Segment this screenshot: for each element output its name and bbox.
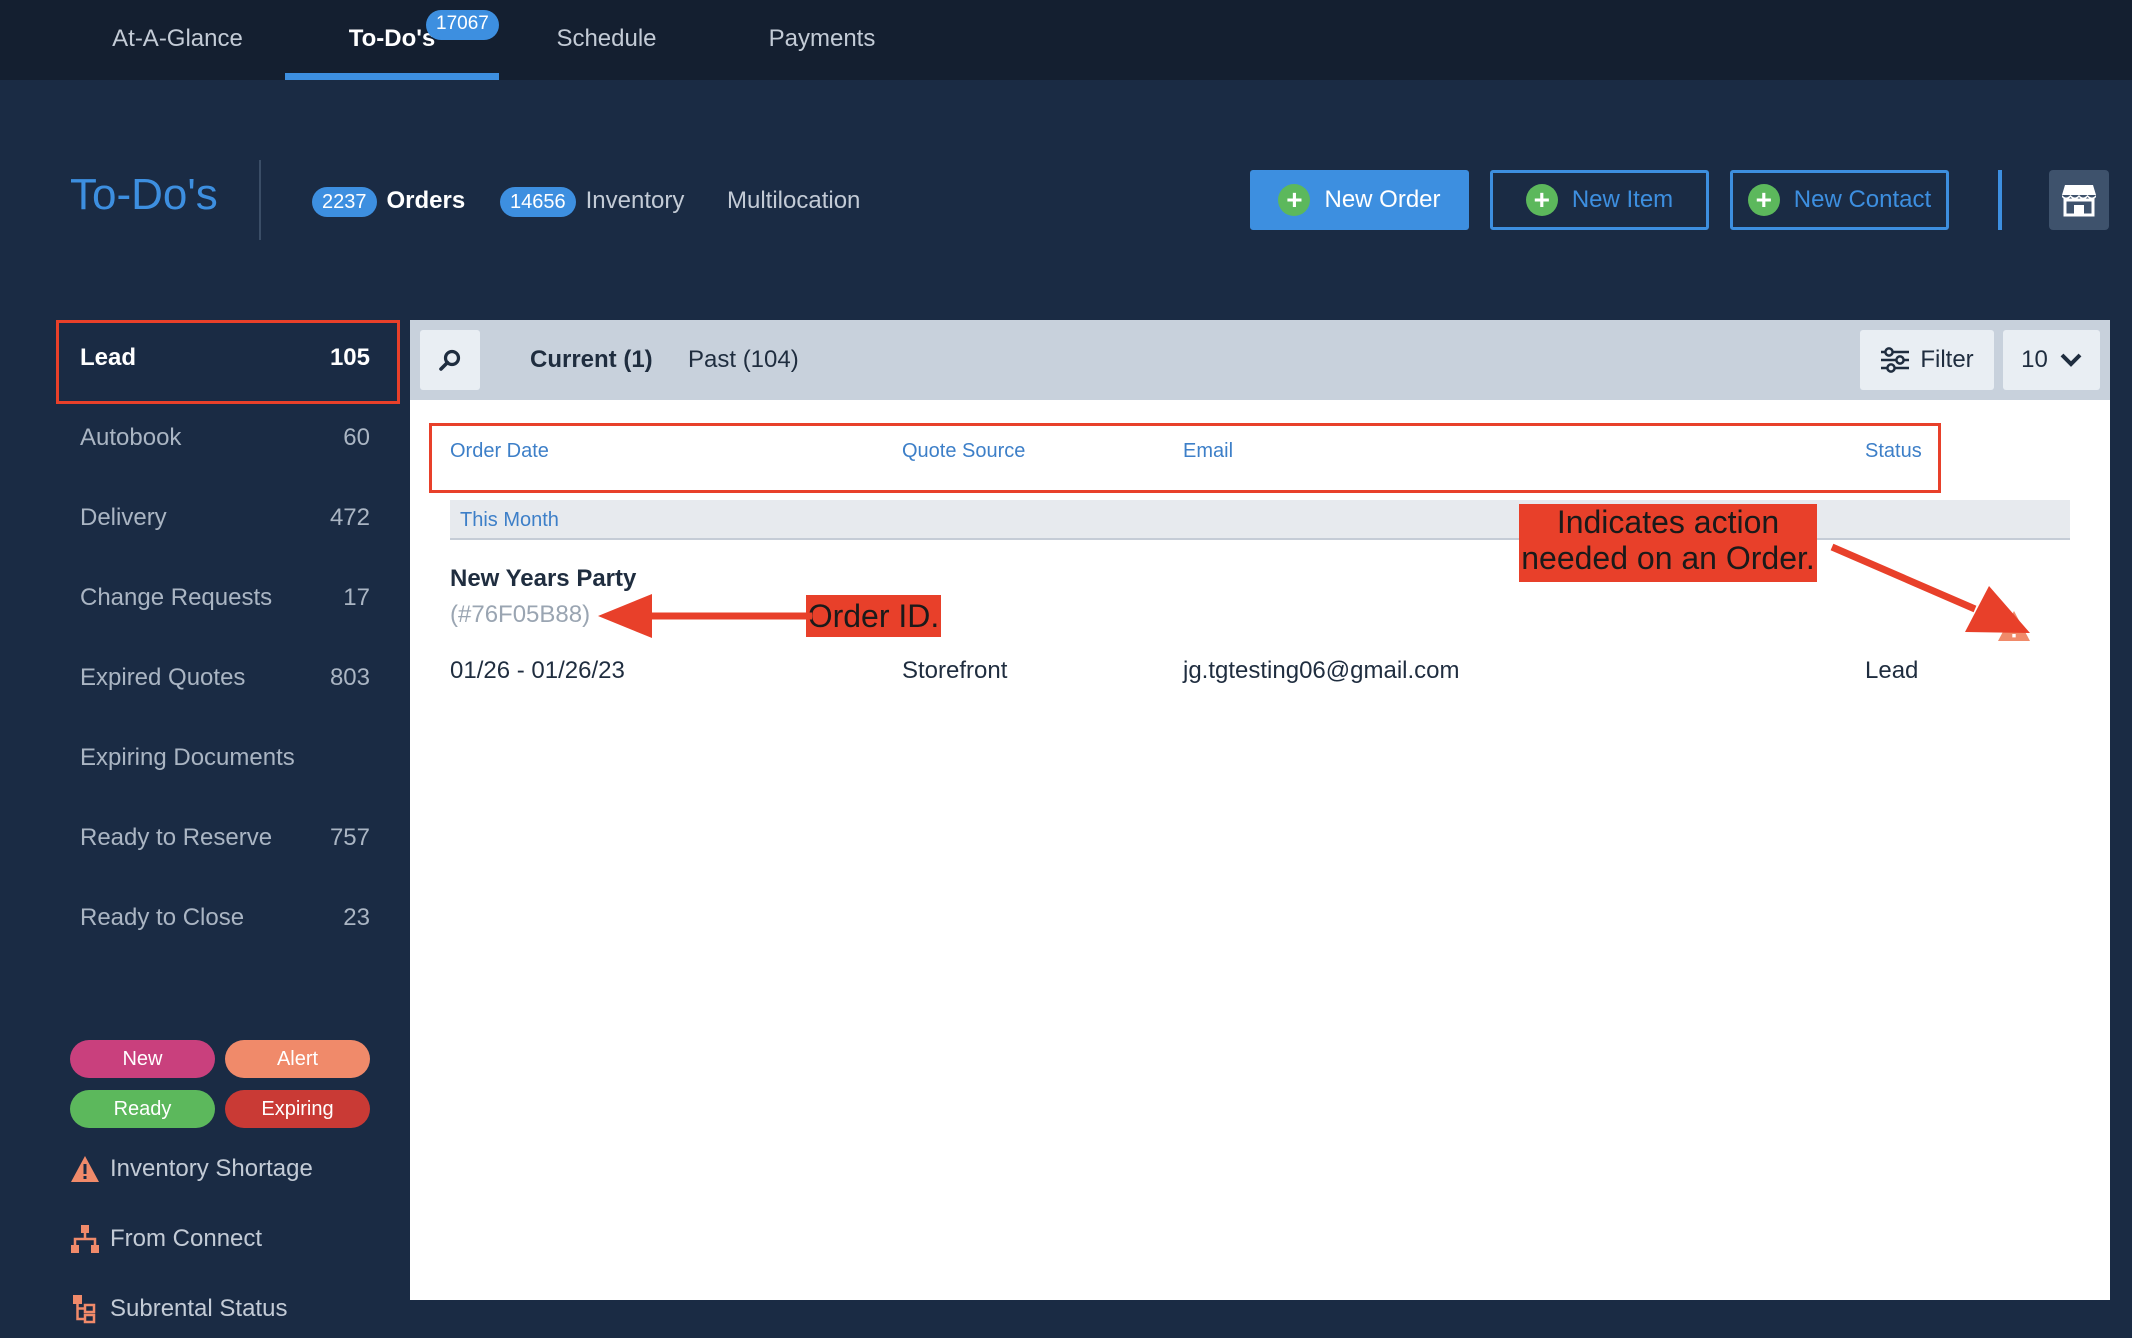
- legend-pill-ready: Ready: [70, 1090, 215, 1128]
- sidebar-item-count: 803: [329, 664, 370, 691]
- annotation-order-id-label: Order ID.: [806, 595, 941, 637]
- tab-label: At-A-Glance: [112, 25, 243, 52]
- sidebar-item-count: 472: [329, 504, 370, 531]
- sidebar-item-autobook[interactable]: Autobook 60: [80, 418, 370, 458]
- sidebar-item-label: Expired Quotes: [80, 664, 246, 691]
- plus-icon: +: [1747, 184, 1780, 216]
- subnav-label: Orders: [386, 187, 466, 214]
- sidebar-item-count: 757: [329, 824, 370, 851]
- search-icon: [439, 349, 461, 371]
- subnav-inventory[interactable]: 14656 Inventory: [500, 184, 684, 218]
- annotation-arrow-order-id: [598, 594, 812, 638]
- quote-source-cell: Storefront: [902, 657, 1008, 684]
- column-header-email[interactable]: Email: [1183, 440, 1233, 463]
- column-header-quote-source[interactable]: Quote Source: [902, 440, 1025, 463]
- annotation-line: Indicates action: [1556, 504, 1780, 540]
- legend-pill-alert: Alert: [225, 1040, 370, 1078]
- annotation-action-needed-label: Indicates action needed on an Order.: [1519, 504, 1817, 582]
- top-nav: At-A-Glance To-Do's 17067 Schedule Payme…: [0, 0, 2132, 80]
- subnav-multilocation[interactable]: Multilocation: [727, 184, 860, 218]
- sidebar-item-expiring-documents[interactable]: Expiring Documents: [80, 738, 370, 778]
- sidebar-item-label: Change Requests: [80, 584, 273, 611]
- sidebar-item-change-requests[interactable]: Change Requests 17: [80, 578, 370, 618]
- filter-button[interactable]: Filter: [1860, 330, 1994, 390]
- header-divider: [1998, 170, 2002, 230]
- column-header-order-date[interactable]: Order Date: [450, 440, 549, 463]
- button-label: New Order: [1324, 186, 1441, 213]
- group-label: This Month: [460, 509, 559, 531]
- sidebar-item-ready-to-close[interactable]: Ready to Close 23: [80, 898, 370, 938]
- filter-label: Filter: [1920, 346, 1974, 373]
- status-cell: Lead: [1865, 657, 1919, 684]
- sidebar-item-label: Expiring Documents: [80, 744, 295, 771]
- sidebar-item-expired-quotes[interactable]: Expired Quotes 803: [80, 658, 370, 698]
- new-order-button[interactable]: + New Order: [1250, 170, 1469, 230]
- annotation-line: needed on an Order.: [1521, 540, 1815, 576]
- per-page-select[interactable]: 10: [2003, 330, 2100, 390]
- tab-at-a-glance[interactable]: At-A-Glance: [110, 0, 245, 80]
- plus-icon: +: [1525, 184, 1558, 216]
- subrental-icon: [73, 1295, 96, 1324]
- sidebar-item-count: 17: [343, 584, 370, 611]
- title-divider: [259, 160, 261, 240]
- annotation-arrow-action-needed: [1830, 543, 2030, 633]
- tab-label: To-Do's: [348, 25, 436, 52]
- store-icon: [2062, 185, 2096, 217]
- legend-subrental-status: Subrental Status: [70, 1292, 287, 1326]
- sidebar-item-lead[interactable]: Lead 105: [80, 338, 370, 378]
- legend-label: Inventory Shortage: [110, 1155, 313, 1182]
- sidebar-item-label: Lead: [80, 344, 137, 371]
- legend-from-connect: From Connect: [70, 1222, 262, 1256]
- subnav-orders[interactable]: 2237 Orders: [312, 184, 465, 218]
- column-header-status[interactable]: Status: [1865, 440, 1922, 463]
- order-id: (#76F05B88): [450, 601, 591, 628]
- sidebar-item-label: Delivery: [80, 504, 167, 531]
- network-icon: [71, 1225, 99, 1253]
- button-label: New Item: [1571, 186, 1674, 213]
- sidebar-item-label: Ready to Reserve: [80, 824, 273, 851]
- tab-todos[interactable]: To-Do's 17067: [285, 0, 499, 80]
- storefront-button[interactable]: [2049, 170, 2109, 230]
- legend-pill-new: New: [70, 1040, 215, 1078]
- legend-label: Subrental Status: [110, 1295, 288, 1322]
- sidebar-item-count: 23: [343, 904, 370, 931]
- search-button[interactable]: [420, 330, 480, 390]
- sidebar-item-label: Ready to Close: [80, 904, 245, 931]
- orders-panel: Current (1) Past (104) Filter 10 Order D…: [410, 320, 2110, 1300]
- group-header-row: This Month: [450, 500, 2070, 540]
- sidebar-item-count: 60: [343, 424, 370, 451]
- per-page-value: 10: [2021, 346, 2048, 373]
- tab-payments[interactable]: Payments: [762, 0, 882, 80]
- tab-schedule[interactable]: Schedule: [550, 0, 663, 80]
- sidebar-item-ready-to-reserve[interactable]: Ready to Reserve 757: [80, 818, 370, 858]
- plus-icon: +: [1278, 184, 1311, 216]
- sidebar-item-count: 105: [329, 344, 370, 371]
- button-label: New Contact: [1793, 186, 1932, 213]
- sliders-icon: [1881, 347, 1910, 373]
- legend-label: From Connect: [110, 1225, 263, 1252]
- email-cell: jg.tgtesting06@gmail.com: [1183, 657, 1460, 684]
- tab-label: Schedule: [556, 25, 657, 52]
- subnav-label: Multilocation: [727, 187, 861, 214]
- page-title: To-Do's: [70, 170, 218, 219]
- inventory-count-badge: 14656: [500, 186, 576, 217]
- warning-icon: [71, 1156, 99, 1182]
- todos-count-badge: 17067: [426, 10, 499, 40]
- order-date-cell: 01/26 - 01/26/23: [450, 657, 625, 684]
- legend-pill-expiring: Expiring: [225, 1090, 370, 1128]
- tab-current[interactable]: Current (1): [530, 320, 653, 400]
- sidebar-item-label: Autobook: [80, 424, 182, 451]
- orders-toolbar: Current (1) Past (104) Filter 10: [410, 320, 2110, 400]
- subnav-label: Inventory: [585, 187, 685, 214]
- orders-count-badge: 2237: [312, 186, 377, 217]
- legend-inventory-shortage: Inventory Shortage: [70, 1152, 313, 1186]
- new-contact-button[interactable]: + New Contact: [1730, 170, 1949, 230]
- sidebar-item-delivery[interactable]: Delivery 472: [80, 498, 370, 538]
- new-item-button[interactable]: + New Item: [1490, 170, 1709, 230]
- tab-label: Payments: [768, 25, 876, 52]
- chevron-down-icon: [2060, 353, 2082, 367]
- tab-past[interactable]: Past (104): [688, 320, 799, 400]
